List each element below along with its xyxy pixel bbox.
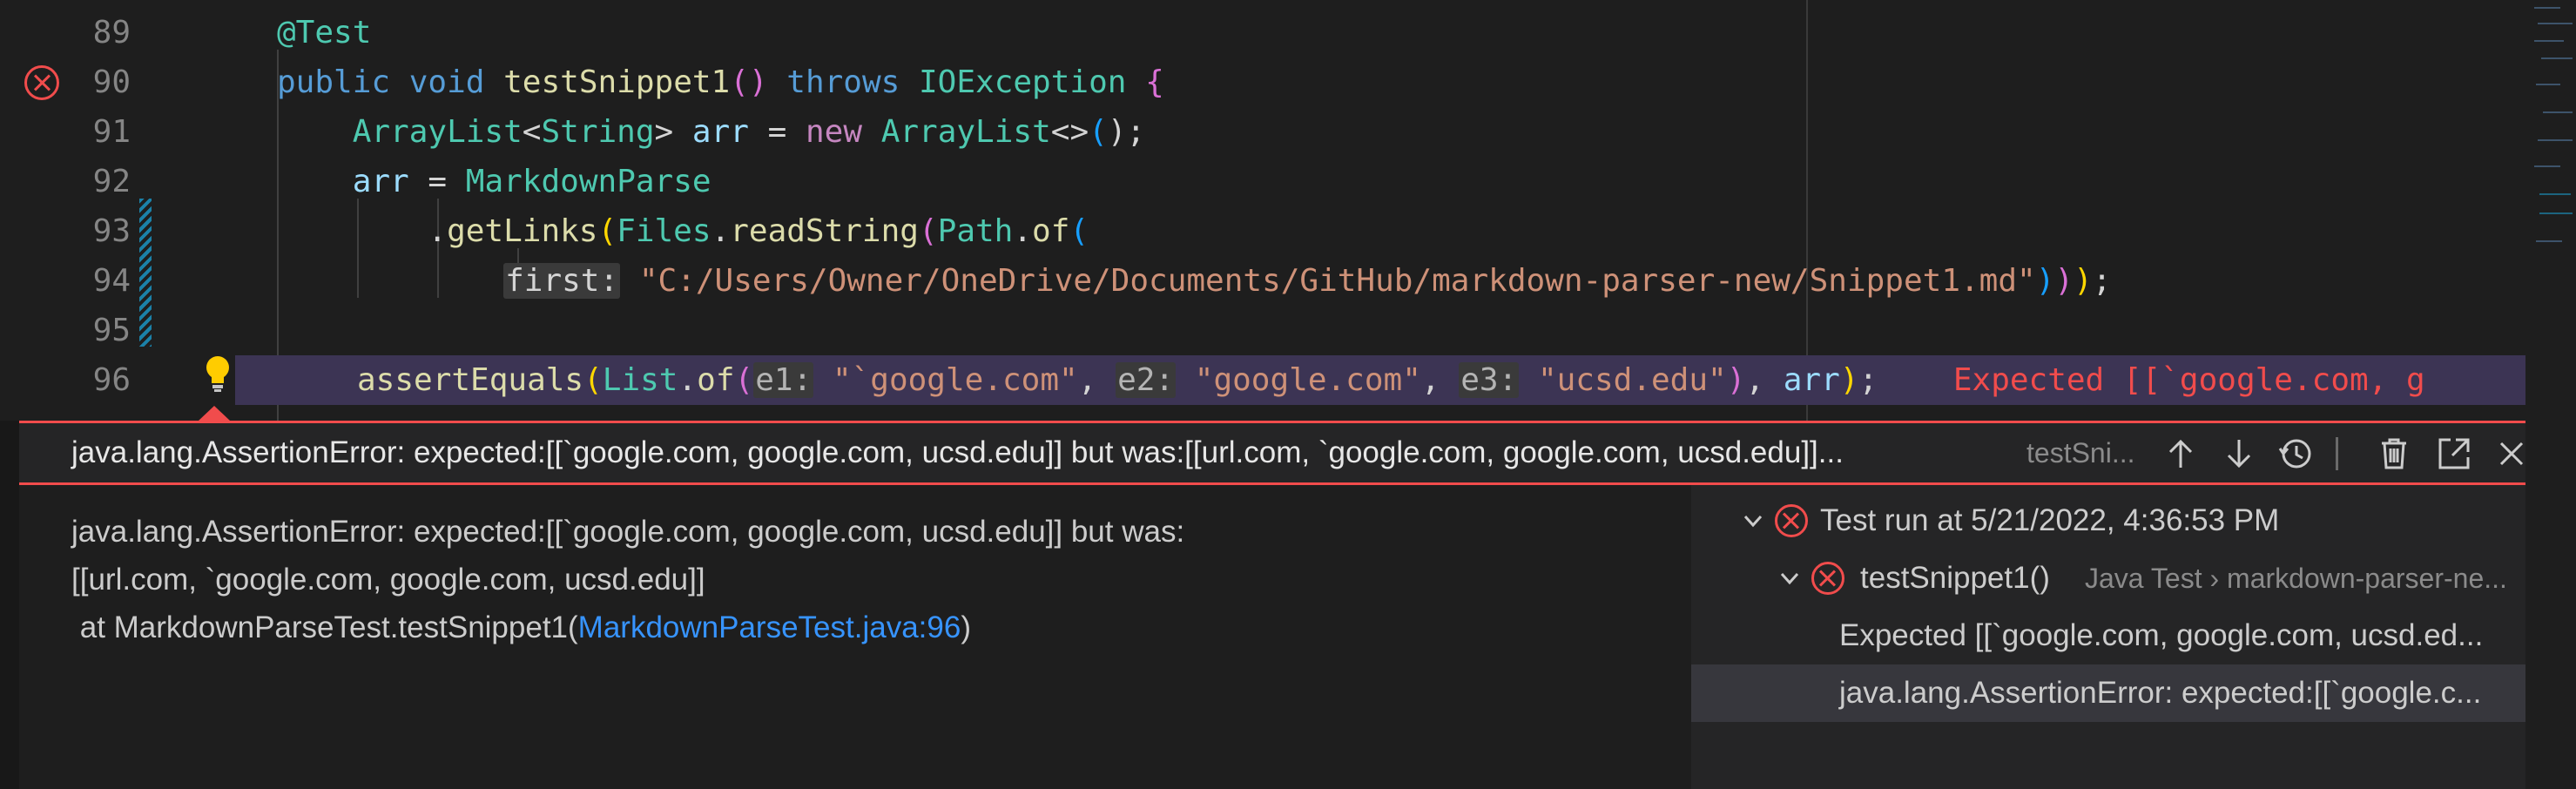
string-literal: "C:/Users/Owner/OneDrive/Documents/GitHu…	[638, 263, 2036, 299]
arrow-down-icon[interactable]	[2220, 435, 2258, 473]
string-literal: "`google.com"	[832, 362, 1078, 398]
toolbar-separator	[2336, 437, 2338, 470]
line-number: 95	[92, 313, 131, 348]
line-number: 92	[92, 164, 131, 199]
code-line: 94 first: "C:/Users/Owner/OneDrive/Docum…	[0, 256, 2525, 306]
method-name: assertEquals	[357, 362, 584, 398]
variable: arr	[1783, 362, 1840, 398]
tree-item-test[interactable]: testSnippet1() Java Test › markdown-pars…	[1691, 550, 2543, 607]
string-literal: "ucsd.edu"	[1537, 362, 1727, 398]
tree-item-detail: Java Test › markdown-parser-ne...	[2085, 563, 2507, 594]
lightbulb-icon[interactable]	[199, 353, 237, 394]
code-line: 95	[0, 306, 2525, 355]
trash-icon[interactable]	[2375, 435, 2413, 473]
variable: arr	[691, 114, 749, 150]
parens: ()	[730, 64, 768, 100]
inline-error-message[interactable]: Expected [[`google.com, g	[1953, 362, 2425, 398]
stack-frame-link[interactable]: MarkdownParseTest.java:96	[578, 610, 961, 644]
code-line: 93 .getLinks(Files.readString(Path.of(	[0, 206, 2525, 256]
punctuation: );	[1107, 114, 1146, 150]
arrow-up-icon[interactable]	[2161, 435, 2200, 473]
tree-item-message[interactable]: Expected [[`google.com, google.com, ucsd…	[1691, 607, 2543, 664]
keyword: void	[408, 64, 485, 100]
param-hint: e3:	[1459, 362, 1520, 398]
test-results-tree: Test run at 5/21/2022, 4:36:53 PM testSn…	[1691, 485, 2543, 789]
error-icon	[1811, 562, 1844, 595]
peek-subtitle: testSni...	[2026, 437, 2135, 469]
tree-item-message-selected[interactable]: java.lang.AssertionError: expected:[[`go…	[1691, 664, 2543, 722]
method-name: of	[1032, 213, 1070, 249]
stack-frame-suffix: )	[961, 610, 971, 644]
method-name: testSnippet1	[503, 64, 731, 100]
line-number: 94	[92, 263, 131, 299]
stack-frame: at MarkdownParseTest.testSnippet1(	[71, 610, 578, 644]
tree-item-label: java.lang.AssertionError: expected:[[`go…	[1839, 676, 2482, 710]
tree-item-label: testSnippet1()	[1860, 561, 2050, 595]
peek-pointer	[199, 406, 230, 421]
line-number: 89	[92, 15, 131, 51]
type-name: String	[541, 114, 655, 150]
message-line: [[url.com, `google.com, google.com, ucsd…	[71, 563, 705, 597]
method-name: of	[697, 362, 735, 398]
brace: {	[1145, 64, 1164, 100]
tree-item-label: Test run at 5/21/2022, 4:36:53 PM	[1820, 503, 2280, 537]
type-name: ArrayList	[352, 114, 523, 150]
code-line: 91 ArrayList<String> arr = new ArrayList…	[0, 107, 2525, 157]
chevron-down-icon[interactable]	[1777, 565, 1803, 591]
type-name: IOException	[919, 64, 1127, 100]
right-gutter	[2525, 421, 2576, 789]
keyword: public	[277, 64, 391, 100]
error-icon	[1775, 504, 1808, 537]
tree-item-label: Expected [[`google.com, google.com, ucsd…	[1839, 618, 2484, 652]
keyword: throws	[786, 64, 900, 100]
message-line: java.lang.AssertionError: expected:[[`go…	[71, 515, 1185, 549]
code-editor[interactable]: 89 @Test 90 public void testSnippet1() t…	[0, 0, 2576, 421]
operator: =	[767, 114, 787, 150]
minimap[interactable]	[2525, 0, 2576, 421]
peek-title: java.lang.AssertionError: expected:[[`go…	[71, 435, 1844, 469]
method-name: readString	[730, 213, 919, 249]
operator: =	[428, 164, 448, 199]
line-number: 91	[92, 114, 131, 150]
diamond: <>	[1050, 114, 1089, 150]
keyword: new	[805, 114, 862, 150]
tree-item-test-run[interactable]: Test run at 5/21/2022, 4:36:53 PM	[1691, 492, 2543, 550]
class-name: Files	[617, 213, 711, 249]
line-number: 96	[92, 362, 131, 398]
chevron-down-icon[interactable]	[1740, 508, 1766, 534]
code-line-error: 96 assertEquals(List.of(e1: "`google.com…	[0, 355, 2525, 405]
class-name: Path	[937, 213, 1014, 249]
type-name: ArrayList	[880, 114, 1051, 150]
peek-header: java.lang.AssertionError: expected:[[`go…	[19, 421, 2525, 485]
class-name: List	[602, 362, 678, 398]
failure-message: java.lang.AssertionError: expected:[[`go…	[71, 508, 1184, 651]
open-external-icon[interactable]	[2435, 435, 2473, 473]
code-line: 90 public void testSnippet1() throws IOE…	[0, 57, 2525, 107]
string-literal: "google.com"	[1194, 362, 1421, 398]
line-number: 93	[92, 213, 131, 249]
param-hint: e2:	[1116, 362, 1177, 398]
history-icon[interactable]	[2276, 435, 2315, 473]
method-name: getLinks	[447, 213, 598, 249]
class-name: MarkdownParse	[465, 164, 711, 199]
code-line: 89 @Test	[0, 8, 2525, 57]
param-hint: e1:	[753, 362, 814, 398]
variable: arr	[352, 164, 409, 199]
test-peek-view: java.lang.AssertionError: expected:[[`go…	[19, 421, 2543, 789]
param-hint: first:	[503, 263, 621, 299]
annotation: @Test	[277, 15, 372, 51]
punctuation: .	[428, 213, 448, 249]
line-number: 90	[92, 64, 131, 100]
code-line: 92 arr = MarkdownParse	[0, 157, 2525, 206]
